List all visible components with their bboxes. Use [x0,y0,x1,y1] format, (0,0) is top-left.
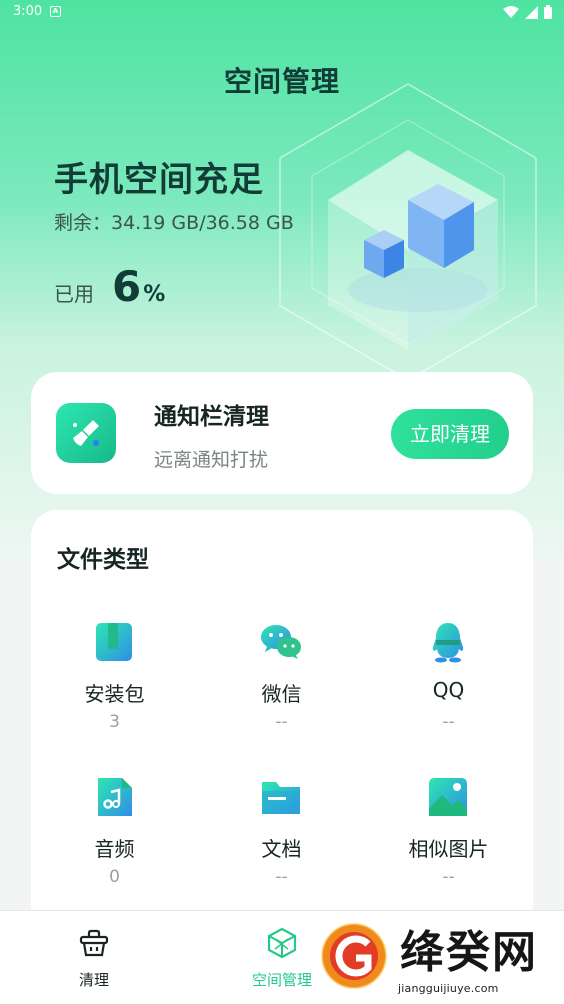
basket-clean-icon [79,929,109,957]
wifi-icon [503,6,519,18]
battery-icon [544,5,552,19]
file-type-document[interactable]: 文档 -- [198,775,365,915]
audio-file-icon [98,778,132,816]
used-value: 6 [112,262,142,311]
used-unit: % [143,282,166,307]
file-type-count: -- [275,867,288,887]
storage-cube-illustration [279,83,537,380]
file-type-count: -- [275,712,288,732]
clean-now-button[interactable]: 立即清理 [391,409,509,459]
status-icons [503,5,552,19]
storage-remaining-text: 剩余：34.19 GB/36.58 GB [54,212,294,234]
nav-item-clean[interactable]: 清理 [0,911,188,1004]
notification-a-icon: A [50,6,61,17]
file-type-audio[interactable]: 音频 0 [31,775,198,915]
file-type-count: 3 [109,712,120,732]
file-type-apk[interactable]: 安装包 3 [31,620,198,760]
qq-icon [432,623,464,663]
image-icon [429,778,467,816]
signal-icon [525,5,538,19]
file-type-label: QQ [432,678,465,702]
file-type-count: -- [442,867,455,887]
file-type-label: 文档 [261,837,302,861]
cube-space-icon [267,927,297,959]
watermark-url: jiangguijiuye.com [398,982,499,995]
nav-label: 清理 [78,971,109,989]
file-type-count: -- [442,712,455,732]
file-type-label: 安装包 [84,682,145,706]
file-types-title: 文件类型 [57,547,149,573]
site-watermark: 绛癸网 jiangguijiuye.com [314,912,564,1004]
notify-card-subtitle: 远离通知打扰 [154,449,269,471]
file-type-qq[interactable]: QQ -- [365,620,532,760]
file-type-label: 音频 [94,837,135,861]
status-bar: 3:00 A [0,0,564,26]
file-type-count: 0 [109,867,120,887]
folder-document-icon [262,782,300,814]
watermark-logo-icon [321,923,387,989]
space-status-headline: 手机空间充足 [54,160,264,200]
file-type-wechat[interactable]: 微信 -- [198,620,365,760]
apk-package-icon [96,623,132,661]
used-label: 已用 [54,282,94,306]
used-percentage: 已用 6 % [54,262,165,311]
file-type-label: 相似图片 [408,837,489,861]
notification-clean-card: 通知栏清理 远离通知打扰 立即清理 [31,372,533,494]
file-type-label: 微信 [261,682,302,706]
file-types-card: 文件类型 安装包 3 微信 -- QQ -- 音频 0 文档 -- 相似图片 -… [31,510,533,930]
watermark-text: 绛癸网 [400,927,538,978]
wechat-icon [261,625,301,659]
notify-card-title: 通知栏清理 [154,404,269,430]
status-time: 3:00 [13,4,43,19]
file-type-similar-images[interactable]: 相似图片 -- [365,775,532,915]
broom-icon [56,403,116,463]
